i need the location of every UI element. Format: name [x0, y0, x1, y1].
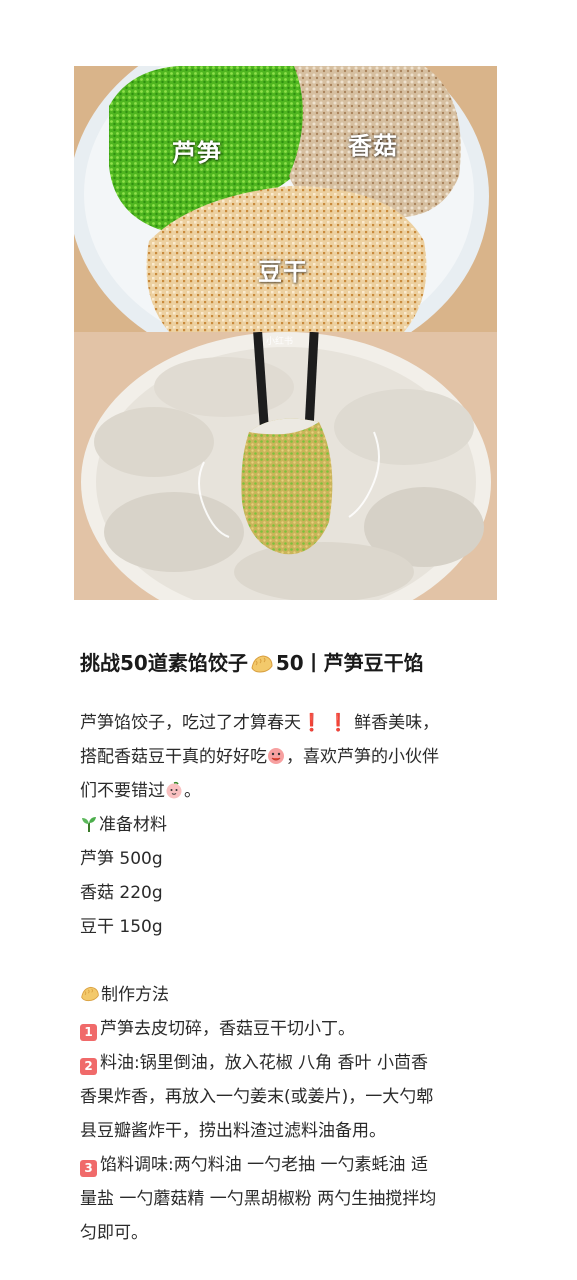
intro-text-2a: 搭配香菇豆干真的好好吃 — [80, 747, 267, 767]
step-1: 1 芦笋去皮切碎，香菇豆干切小丁。 — [80, 1012, 500, 1046]
asparagus-label: 芦笋 — [172, 139, 222, 167]
dumplings-illustration — [74, 332, 497, 600]
ingredients-heading-text: 准备材料 — [99, 815, 167, 835]
intro-line-2: 搭配香菇豆干真的好好吃 ，喜欢芦笋的小伙伴 — [80, 740, 500, 774]
intro-line-3: 们不要错过。 — [80, 774, 500, 808]
ingredients-photo: 芦笋 香菇 豆干 — [74, 66, 497, 332]
intro-text-1b: 鲜香美味， — [354, 713, 440, 733]
step-3-badge: 3 — [80, 1160, 97, 1177]
step-2-badge: 2 — [80, 1058, 97, 1075]
intro-text-3a: 们不要错过 — [80, 781, 165, 801]
article-title: 挑战50道素馅饺子 50丨芦笋豆干馅 — [80, 647, 510, 679]
intro-text-3b: 。 — [184, 781, 201, 801]
ingredient-item: 香菇 220g — [80, 883, 163, 903]
mushroom-label: 香菇 — [348, 132, 398, 160]
drooling-face-icon — [267, 743, 285, 777]
exclamation-icon: ❗ — [327, 713, 349, 733]
watermark: 小红书 — [266, 337, 294, 347]
intro-text-2b: ，喜欢芦笋的小伙伴 — [286, 747, 439, 767]
step-1-badge: 1 — [80, 1024, 97, 1041]
step-1-text: 芦笋去皮切碎，香菇豆干切小丁。 — [100, 1019, 355, 1039]
step-2-line-2: 香果炸香，再放入一勺姜末(或姜片)，一大勺郫 — [80, 1087, 434, 1107]
intro-line-1: 芦笋馅饺子，吃过了才算春天❗ ❗ 鲜香美味， — [80, 706, 500, 740]
ingredient-item: 豆干 150g — [80, 917, 163, 937]
method-heading-text: 制作方法 — [101, 985, 169, 1005]
ingredient-item: 芦笋 500g — [80, 849, 163, 869]
title-suffix: 50丨芦笋豆干馅 — [275, 651, 424, 675]
dumpling-icon — [80, 981, 100, 1015]
ingredients-heading: 准备材料 — [80, 808, 500, 842]
step-3-line-2: 量盐 一勺蘑菇精 一勺黑胡椒粉 两勺生抽搅拌均 — [80, 1189, 437, 1209]
intro-text-1a: 芦笋馅饺子，吃过了才算春天 — [80, 713, 301, 733]
ingredients-plate-illustration — [74, 66, 497, 332]
title-prefix: 挑战50道素馅饺子 — [80, 651, 248, 675]
step-2-text-1: 料油:锅里倒油，放入花椒 八角 香叶 小茴香 — [100, 1053, 428, 1073]
dumplings-photo: 小红书 — [74, 332, 497, 600]
seedling-icon — [80, 811, 98, 845]
dumpling-icon — [250, 654, 274, 679]
step-2-line-1: 2 料油:锅里倒油，放入花椒 八角 香叶 小茴香 — [80, 1046, 500, 1080]
step-3-text-1: 馅料调味:两勺料油 一勺老抽 一勺素蚝油 适 — [100, 1155, 428, 1175]
tofu-label: 豆干 — [258, 258, 308, 286]
step-3-line-1: 3 馅料调味:两勺料油 一勺老抽 一勺素蚝油 适 — [80, 1148, 500, 1182]
peach-face-icon — [165, 777, 183, 811]
step-3-line-3: 匀即可。 — [80, 1223, 148, 1243]
step-2-line-3: 县豆瓣酱炸干，捞出料渣过滤料油备用。 — [80, 1121, 386, 1141]
article-body: 芦笋馅饺子，吃过了才算春天❗ ❗ 鲜香美味， 搭配香菇豆干真的好好吃 ，喜欢芦笋的… — [80, 706, 500, 1250]
exclamation-icon: ❗ — [301, 713, 323, 733]
method-heading: 制作方法 — [80, 978, 500, 1012]
